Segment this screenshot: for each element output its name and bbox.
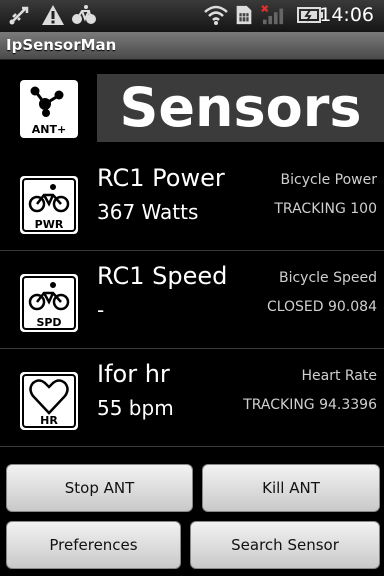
kill-ant-button[interactable]: Kill ANT: [202, 464, 380, 512]
sensor-icon-label: PWR: [34, 218, 64, 231]
sensor-type: Bicycle Speed: [278, 270, 377, 286]
sensor-type: Heart Rate: [301, 368, 377, 384]
sensor-value: -: [97, 298, 105, 322]
preferences-button[interactable]: Preferences: [6, 521, 181, 569]
sensor-status: TRACKING 94.3396: [243, 397, 377, 413]
sim-card-icon: [236, 5, 252, 25]
sensor-name: Ifor hr: [97, 360, 170, 388]
sensor-value: 55 bpm: [97, 396, 174, 420]
sensor-type: Bicycle Power: [280, 172, 377, 188]
divider: [0, 348, 384, 349]
sensor-value: 367 Watts: [97, 200, 199, 224]
sensor-icon-label: HR: [40, 414, 58, 427]
bicycle-icon: [72, 5, 96, 24]
page-title: Sensors: [119, 76, 362, 139]
sensor-row-power[interactable]: PWR RC1 Power 367 Watts Bicycle Power TR…: [0, 154, 384, 251]
stop-ant-button[interactable]: Stop ANT: [6, 464, 193, 512]
clock: 14:06: [319, 4, 374, 26]
app-title: IpSensorMan: [6, 36, 117, 54]
divider: [0, 250, 384, 251]
sensor-name: RC1 Speed: [97, 262, 228, 290]
bicycle-power-icon: PWR: [20, 176, 78, 234]
status-bar: 14:06: [0, 0, 384, 32]
sensor-icon-label: SPD: [36, 316, 62, 329]
divider: [0, 446, 384, 447]
sensor-status: CLOSED 90.084: [266, 299, 377, 315]
warning-icon: [42, 5, 64, 25]
bicycle-speed-icon: SPD: [20, 274, 78, 332]
usb-icon: [9, 6, 29, 25]
signal-icon: [261, 5, 284, 25]
ant-plus-label: ANT+: [31, 123, 67, 136]
sensor-row-heart-rate[interactable]: HR Ifor hr 55 bpm Heart Rate TRACKING 94…: [0, 350, 384, 447]
wifi-icon: [204, 5, 228, 25]
ant-plus-logo: ANT+: [20, 80, 78, 138]
sensor-row-speed[interactable]: SPD RC1 Speed - Bicycle Speed CLOSED 90.…: [0, 252, 384, 349]
app-title-bar: IpSensorMan: [0, 32, 384, 60]
sensor-name: RC1 Power: [97, 164, 225, 192]
sensor-status: TRACKING 100: [274, 201, 377, 217]
sensors-banner: Sensors: [97, 74, 384, 142]
search-sensor-button[interactable]: Search Sensor: [190, 521, 380, 569]
heart-rate-icon: HR: [20, 372, 78, 430]
